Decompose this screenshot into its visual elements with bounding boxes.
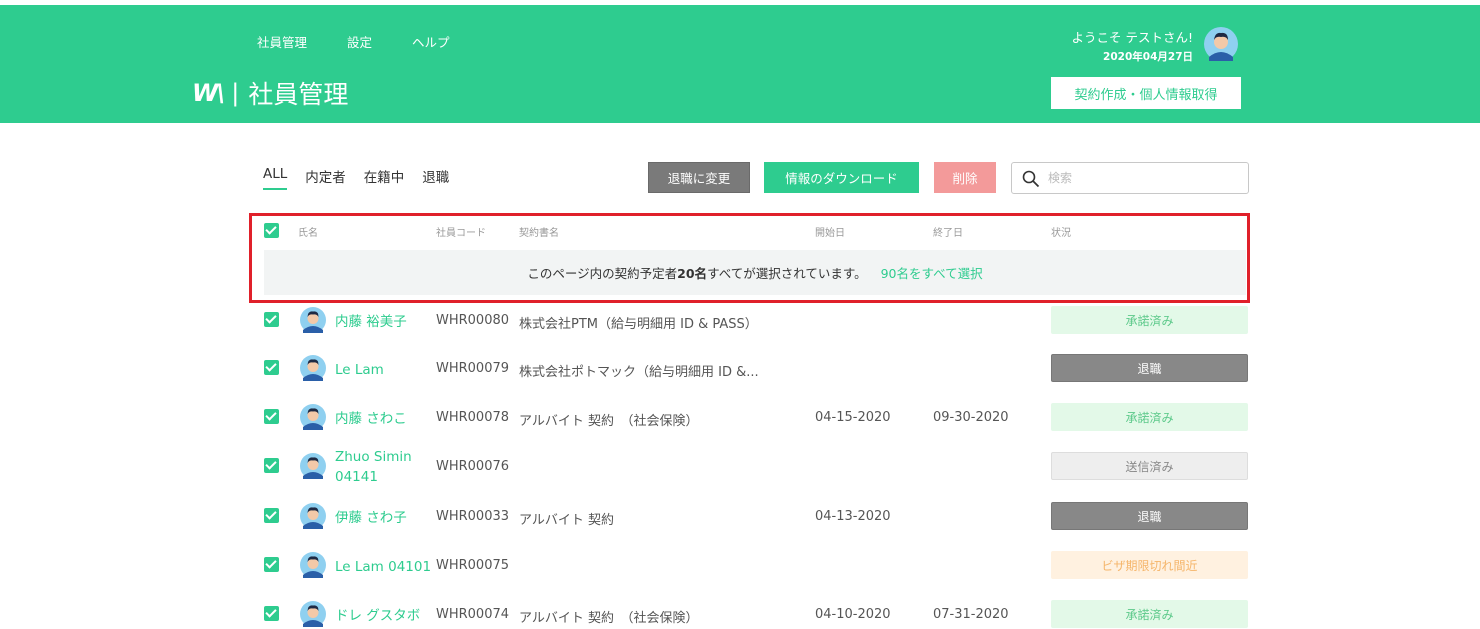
status-badge[interactable]: ビザ期限切れ間近 [1051,551,1248,579]
search-icon [1022,170,1040,188]
nav-settings[interactable]: 設定 [347,32,372,51]
tab-all[interactable]: ALL [263,166,288,190]
row-checkbox[interactable] [264,508,279,523]
column-header-name[interactable]: 氏名 [298,224,318,239]
nav-employee-management[interactable]: 社員管理 [257,32,307,51]
status-badge[interactable]: 退職 [1051,354,1248,382]
avatar-icon [300,307,326,333]
employee-code: WHR00075 [436,558,510,573]
column-header-end[interactable]: 終了日 [933,224,963,239]
end-date: 07-31-2020 [933,607,1009,622]
row-checkbox[interactable] [264,458,279,473]
contract-name: 株式会社PTM（給与明細用 ID & PASS） [519,317,758,332]
avatar-icon [300,552,326,578]
status-badge[interactable]: 承諾済み [1051,403,1248,431]
avatar-icon [300,355,326,381]
contract-name: 株式会社ポトマック（給与明細用 ID &... [519,365,759,380]
selection-banner: このページ内の契約予定者 20名 すべてが選択されています。 90名をすべて選択 [264,250,1246,295]
page-title: 社員管理 [248,80,349,109]
status-badge[interactable]: 承諾済み [1051,306,1248,334]
employee-name-link[interactable]: 内藤 さわこ [335,409,407,429]
table-row[interactable]: Zhuo Simin 04141 WHR00076 送信済み [0,446,1480,486]
table-row[interactable]: Le Lam WHR00079 株式会社ポトマック（給与明細用 ID &... 退職 [0,348,1480,388]
search-box [1011,162,1249,194]
employee-name-link[interactable]: 内藤 裕美子 [335,312,407,332]
banner-suffix: すべてが選択されています。 [707,266,867,281]
row-checkbox[interactable] [264,557,279,572]
table-row[interactable]: ドレ グスタボ WHR00074 アルバイト 契約 （社会保険） 04-10-2020… [0,594,1480,629]
start-date: 04-13-2020 [815,509,891,524]
current-date: 2020年04月27日 [1103,51,1193,63]
table-row[interactable]: 伊藤 さわ子 WHR00033 アルバイト 契約 04-13-2020 退職 [0,496,1480,536]
avatar-icon [300,404,326,430]
banner-count: 20名 [677,266,708,281]
tab-employed[interactable]: 在籍中 [364,166,405,190]
row-checkbox[interactable] [264,409,279,424]
download-info-button[interactable]: 情報のダウンロード [764,162,919,193]
filter-tabs: ALL 内定者 在籍中 退職 [263,166,467,190]
logo-mark: W\ [192,79,225,107]
status-badge[interactable]: 退職 [1051,502,1248,530]
table-row[interactable]: 内藤 さわこ WHR00078 アルバイト 契約 （社会保険） 04-15-2020 0… [0,397,1480,437]
select-all-link[interactable]: 90名をすべて選択 [881,263,983,282]
employee-name-link[interactable]: Le Lam 04101 [335,557,431,577]
app-header: 社員管理 設定 ヘルプ W\ | 社員管理 ようこそ テストさん! 2020年0… [0,5,1480,123]
end-date: 09-30-2020 [933,410,1009,425]
tab-offered[interactable]: 内定者 [305,166,346,190]
column-header-start[interactable]: 開始日 [815,224,845,239]
employee-name-link[interactable]: Zhuo Simin 04141 [335,447,415,487]
contract-name: アルバイト 契約 （社会保険） [519,611,699,626]
status-badge[interactable]: 承諾済み [1051,600,1248,628]
contract-name: アルバイト 契約 （社会保険） [519,414,699,429]
employee-code: WHR00078 [436,410,510,425]
employee-code: WHR00076 [436,459,510,474]
employee-name-link[interactable]: 伊藤 さわ子 [335,508,407,528]
avatar-icon [300,503,326,529]
contract-name: アルバイト 契約 [519,513,615,528]
table-row[interactable]: 内藤 裕美子 WHR00080 株式会社PTM（給与明細用 ID & PASS） 承諾… [0,300,1480,340]
employee-code: WHR00074 [436,607,510,622]
user-avatar-icon[interactable] [1204,27,1238,61]
logo-separator: | [231,79,240,107]
tab-retired[interactable]: 退職 [422,166,449,190]
employee-name-link[interactable]: ドレ グスタボ [335,606,420,626]
create-contract-button[interactable]: 契約作成・個人情報取得 [1051,77,1241,109]
select-all-checkbox[interactable] [264,223,279,238]
employee-code: WHR00079 [436,361,510,376]
column-header-contract[interactable]: 契約書名 [519,224,559,239]
start-date: 04-15-2020 [815,410,891,425]
change-to-retired-button[interactable]: 退職に変更 [648,162,750,193]
employee-code: WHR00033 [436,509,510,524]
search-input[interactable] [1048,168,1238,188]
nav-help[interactable]: ヘルプ [412,32,450,51]
banner-prefix: このページ内の契約予定者 [527,266,678,281]
row-checkbox[interactable] [264,312,279,327]
avatar-icon [300,453,326,479]
row-checkbox[interactable] [264,606,279,621]
table-row[interactable]: Le Lam 04101 WHR00075 ビザ期限切れ間近 [0,545,1480,585]
column-header-status[interactable]: 状況 [1051,224,1071,239]
start-date: 04-10-2020 [815,607,891,622]
column-header-code[interactable]: 社員コード [436,224,486,239]
welcome-text: ようこそ テストさん! [1071,30,1194,45]
employee-code: WHR00080 [436,313,510,328]
row-checkbox[interactable] [264,360,279,375]
logo: W\ | 社員管理 [192,75,348,111]
avatar-icon [300,601,326,627]
top-nav: 社員管理 設定 ヘルプ [257,32,490,51]
delete-button[interactable]: 削除 [934,162,996,193]
status-badge[interactable]: 送信済み [1051,452,1248,480]
employee-name-link[interactable]: Le Lam [335,360,384,380]
